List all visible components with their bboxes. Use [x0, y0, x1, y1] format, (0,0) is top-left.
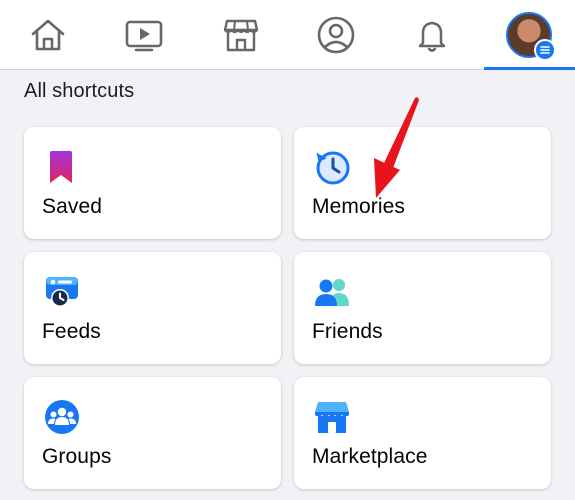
active-tab-indicator [484, 67, 575, 70]
home-icon [31, 19, 65, 51]
bookmark-icon [50, 151, 72, 183]
red-arrow-annotation [374, 97, 419, 198]
tab-notifications[interactable] [387, 0, 477, 70]
tab-menu[interactable] [484, 0, 574, 70]
tab-home[interactable] [3, 0, 93, 70]
section-title: All shortcuts [24, 80, 135, 102]
shortcut-label: Feeds [42, 320, 101, 343]
memories-clock-icon [316, 151, 350, 185]
marketplace-store-icon [315, 402, 349, 433]
top-navigation-bar [0, 0, 575, 70]
friends-icon [315, 279, 349, 306]
shop-icon [223, 19, 259, 52]
shortcut-label: Marketplace [312, 445, 428, 468]
avatar-menu-icon [506, 12, 556, 61]
shortcut-marketplace[interactable]: Marketplace [294, 377, 551, 489]
tab-profile[interactable] [291, 0, 381, 70]
shortcut-feeds[interactable]: Feeds [24, 252, 281, 364]
shortcut-label: Groups [42, 445, 112, 468]
video-play-icon [125, 20, 163, 52]
shortcut-label: Saved [42, 195, 103, 218]
tab-watch[interactable] [99, 0, 189, 70]
profile-circle-icon [317, 16, 355, 54]
menu-lines-icon [534, 39, 556, 61]
shortcut-groups[interactable]: Groups [24, 377, 281, 489]
groups-icon [45, 400, 79, 434]
shortcut-friends[interactable]: Friends [294, 252, 551, 364]
bell-icon [418, 21, 446, 52]
tab-marketplace[interactable] [196, 0, 286, 70]
feeds-icon [46, 277, 78, 307]
shortcut-saved[interactable]: Saved [24, 127, 281, 239]
shortcut-label: Friends [312, 320, 383, 343]
